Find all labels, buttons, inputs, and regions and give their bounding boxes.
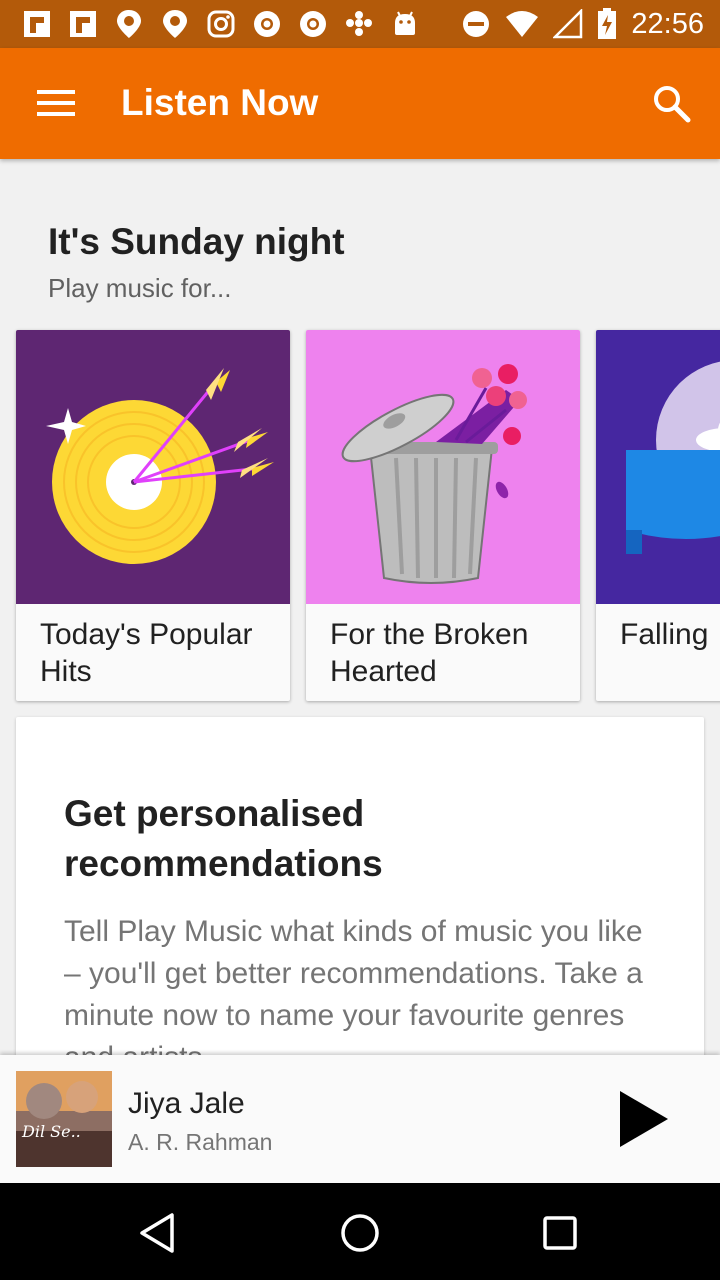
dialpad-icon xyxy=(342,7,376,41)
card-label: For the Broken Hearted xyxy=(330,618,529,688)
playlist-card[interactable]: Today's Popular Hits xyxy=(16,330,290,701)
section-subtitle: Play music for... xyxy=(48,273,232,303)
navigation-bar xyxy=(0,1183,720,1280)
android-icon xyxy=(388,7,422,41)
recommendations-card[interactable]: Get personalised recommendations Tell Pl… xyxy=(16,717,704,1055)
wifi-icon xyxy=(506,11,539,37)
search-icon[interactable] xyxy=(648,80,696,128)
track-artist: A. R. Rahman xyxy=(128,1129,273,1155)
popular-hits-artwork xyxy=(16,330,290,604)
instagram-icon xyxy=(204,7,238,41)
chrome-icon xyxy=(250,7,284,41)
track-title: Jiya Jale xyxy=(128,1087,245,1120)
broken-hearted-artwork xyxy=(306,330,580,604)
playlist-card[interactable]: For the Broken Hearted xyxy=(306,330,580,701)
maps-pin-icon xyxy=(112,7,146,41)
chrome-icon xyxy=(296,7,330,41)
maps-pin-icon xyxy=(158,7,192,41)
menu-icon[interactable] xyxy=(30,82,82,124)
do-not-disturb-icon xyxy=(463,11,490,37)
album-art: Dil Se.. xyxy=(16,1071,112,1167)
signal-icon xyxy=(553,9,583,39)
flipboard-icon xyxy=(66,7,100,41)
status-bar: 22:56 xyxy=(0,0,720,48)
play-icon[interactable] xyxy=(612,1087,676,1151)
flipboard-icon xyxy=(20,7,54,41)
card-label: Falling xyxy=(620,618,709,651)
falling-artwork xyxy=(596,330,720,604)
status-time: 22:56 xyxy=(631,7,704,40)
back-icon[interactable] xyxy=(134,1207,186,1259)
recommendations-body: Tell Play Music what kinds of music you … xyxy=(64,915,643,1055)
playlist-card[interactable]: Falling xyxy=(596,330,720,701)
home-icon[interactable] xyxy=(334,1207,386,1259)
battery-charging-icon xyxy=(598,8,617,39)
album-text: Dil Se.. xyxy=(21,1122,81,1141)
system-status: 22:56 xyxy=(461,6,704,42)
notification-icons xyxy=(20,6,422,42)
content-area[interactable]: It's Sunday night Play music for... Toda… xyxy=(0,159,720,1055)
recommendations-title: Get personalised recommendations xyxy=(64,793,383,884)
recents-icon[interactable] xyxy=(534,1207,586,1259)
page-title: Listen Now xyxy=(121,82,319,123)
section-title: It's Sunday night xyxy=(48,221,345,262)
card-label: Today's Popular Hits xyxy=(40,618,253,688)
now-playing-bar[interactable]: Dil Se.. Jiya Jale A. R. Rahman xyxy=(0,1055,720,1183)
app-bar: Listen Now xyxy=(0,48,720,159)
